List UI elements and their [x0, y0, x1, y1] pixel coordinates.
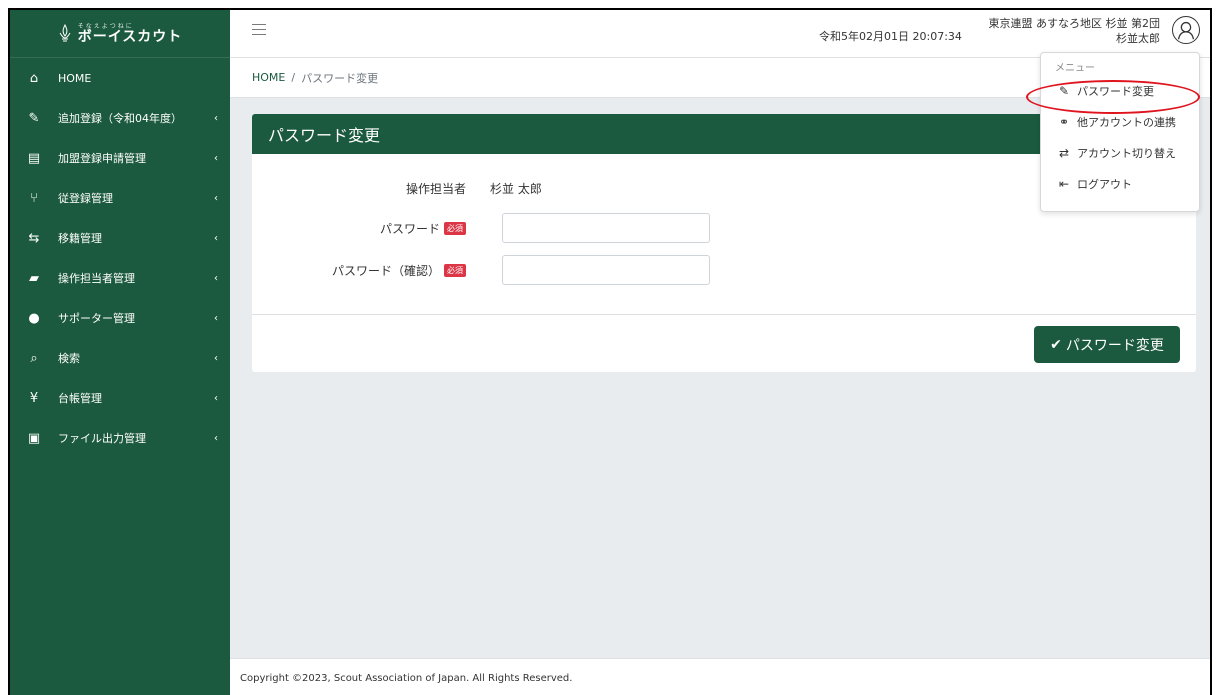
sidebar-item-label: 検索	[58, 352, 80, 365]
dropdown-item-label: ログアウト	[1077, 177, 1132, 191]
brand-logo[interactable]: そなえよつねに ボーイスカウト	[10, 10, 230, 58]
branch-icon: ⑂	[30, 190, 38, 206]
operator-value: 杉並 太郎	[490, 182, 542, 196]
logout-icon: ⇤	[1058, 176, 1070, 191]
transfer-icon: ⇆	[28, 230, 40, 246]
switch-icon: ⇄	[1058, 145, 1070, 160]
chevron-left-icon: ‹	[214, 232, 218, 244]
dropdown-item-0[interactable]: ✎ パスワード変更	[1041, 75, 1199, 106]
change-password-button[interactable]: ✔ パスワード変更	[1034, 326, 1180, 363]
chevron-left-icon: ‹	[214, 352, 218, 364]
breadcrumb-separator: /	[291, 71, 296, 84]
chevron-left-icon: ‹	[214, 192, 218, 204]
password-confirm-input[interactable]	[502, 255, 710, 285]
chevron-left-icon: ‹	[214, 272, 218, 284]
change-password-button-label: パスワード変更	[1065, 337, 1164, 354]
sidebar-item-0[interactable]: ⌂ HOME	[10, 58, 230, 98]
edit-icon: ✎	[28, 110, 40, 126]
sidebar: そなえよつねに ボーイスカウト ⌂ HOME ✎ 追加登録（令和04年度） ‹ ▤ 加盟登録…	[10, 10, 230, 695]
required-badge: 必須	[444, 263, 466, 277]
dropdown-item-1[interactable]: ⚭ 他アカウントの連携	[1041, 106, 1199, 137]
pencil-icon: ✎	[1058, 83, 1070, 98]
sidebar-item-6[interactable]: ● サポーター管理 ‹	[10, 298, 230, 338]
supporter-icon: ●	[28, 310, 40, 326]
dropdown-item-label: 他アカウントの連携	[1077, 115, 1176, 129]
sidebar-item-label: 加盟登録申請管理	[58, 152, 146, 165]
user-dropdown-menu: メニュー ✎ パスワード変更 ⚭ 他アカウントの連携 ⇄ アカウント切り替え ⇤ ログアウト	[1040, 52, 1200, 212]
sidebar-item-8[interactable]: ¥ 台帳管理 ‹	[10, 378, 230, 418]
password-row: パスワード 必須	[252, 213, 710, 243]
password-confirm-label: パスワード（確認）	[331, 263, 440, 278]
dropdown-item-3[interactable]: ⇤ ログアウト	[1041, 168, 1199, 199]
sidebar-item-label: サポーター管理	[58, 312, 135, 325]
presenter-icon: ▰	[29, 270, 39, 286]
file-output-icon: ▣	[27, 430, 41, 446]
check-icon: ✔	[1050, 336, 1062, 353]
sidebar-item-9[interactable]: ▣ ファイル出力管理 ‹	[10, 418, 230, 458]
required-badge: 必須	[444, 221, 466, 235]
password-label: パスワード	[379, 221, 440, 236]
sidebar-item-3[interactable]: ⑂ 従登録管理 ‹	[10, 178, 230, 218]
password-confirm-row: パスワード（確認） 必須	[252, 255, 710, 285]
chevron-left-icon: ‹	[214, 112, 218, 124]
sidebar-item-label: 操作担当者管理	[58, 272, 135, 285]
yen-icon: ¥	[29, 390, 39, 406]
chevron-left-icon: ‹	[214, 312, 218, 324]
user-organization: 東京連盟 あすなろ地区 杉並 第2団	[988, 17, 1161, 30]
breadcrumb-current: パスワード変更	[301, 71, 379, 85]
breadcrumb-home-link[interactable]: HOME	[252, 71, 285, 84]
sidebar-item-1[interactable]: ✎ 追加登録（令和04年度） ‹	[10, 98, 230, 138]
dropdown-item-2[interactable]: ⇄ アカウント切り替え	[1041, 137, 1199, 168]
scout-emblem-icon	[59, 23, 71, 41]
user-name: 杉並太郎	[1116, 32, 1160, 45]
user-info[interactable]: 東京連盟 あすなろ地区 杉並 第2団 杉並太郎	[989, 16, 1161, 46]
home-icon: ⌂	[29, 70, 39, 86]
operator-label: 操作担当者	[405, 182, 466, 196]
dropdown-item-label: アカウント切り替え	[1077, 146, 1176, 160]
sidebar-item-7[interactable]: ⌕ 検索 ‹	[10, 338, 230, 378]
menu-toggle-icon[interactable]	[252, 24, 266, 36]
chevron-left-icon: ‹	[214, 392, 218, 404]
search-icon: ⌕	[30, 350, 38, 366]
chevron-left-icon: ‹	[214, 152, 218, 164]
top-header: 令和5年02月01日 20:07:34 東京連盟 あすなろ地区 杉並 第2団 杉…	[230, 10, 1210, 58]
dropdown-heading: メニュー	[1055, 63, 1095, 74]
operator-row: 操作担当者 杉並 太郎	[252, 180, 542, 197]
chevron-left-icon: ‹	[214, 432, 218, 444]
sidebar-item-label: 追加登録（令和04年度）	[58, 112, 182, 125]
card-divider	[252, 314, 1196, 315]
sidebar-item-label: 従登録管理	[58, 192, 113, 205]
sidebar-item-label: 台帳管理	[58, 392, 102, 405]
copyright-text: Copyright ©2023, Scout Association of Ja…	[240, 673, 573, 684]
sidebar-nav: ⌂ HOME ✎ 追加登録（令和04年度） ‹ ▤ 加盟登録申請管理 ‹ ⑂ 従登録管理 ‹ ⇆ 移籍管…	[10, 58, 230, 458]
sidebar-item-4[interactable]: ⇆ 移籍管理 ‹	[10, 218, 230, 258]
current-datetime: 令和5年02月01日 20:07:34	[819, 30, 962, 43]
link-icon: ⚭	[1058, 114, 1070, 129]
id-card-icon: ▤	[27, 150, 41, 166]
sidebar-item-5[interactable]: ▰ 操作担当者管理 ‹	[10, 258, 230, 298]
sidebar-item-label: ファイル出力管理	[58, 432, 146, 445]
footer: Copyright ©2023, Scout Association of Ja…	[230, 658, 1210, 695]
dropdown-item-label: パスワード変更	[1077, 84, 1154, 98]
user-avatar-icon[interactable]	[1172, 16, 1200, 44]
brand-name: ボーイスカウト	[77, 28, 183, 45]
sidebar-item-label: 移籍管理	[58, 232, 102, 245]
sidebar-item-label: HOME	[58, 71, 92, 85]
sidebar-item-2[interactable]: ▤ 加盟登録申請管理 ‹	[10, 138, 230, 178]
app-window: そなえよつねに ボーイスカウト ⌂ HOME ✎ 追加登録（令和04年度） ‹ ▤ 加盟登録…	[8, 8, 1212, 695]
password-input[interactable]	[502, 213, 710, 243]
brand-subtitle: そなえよつねに	[77, 22, 134, 30]
